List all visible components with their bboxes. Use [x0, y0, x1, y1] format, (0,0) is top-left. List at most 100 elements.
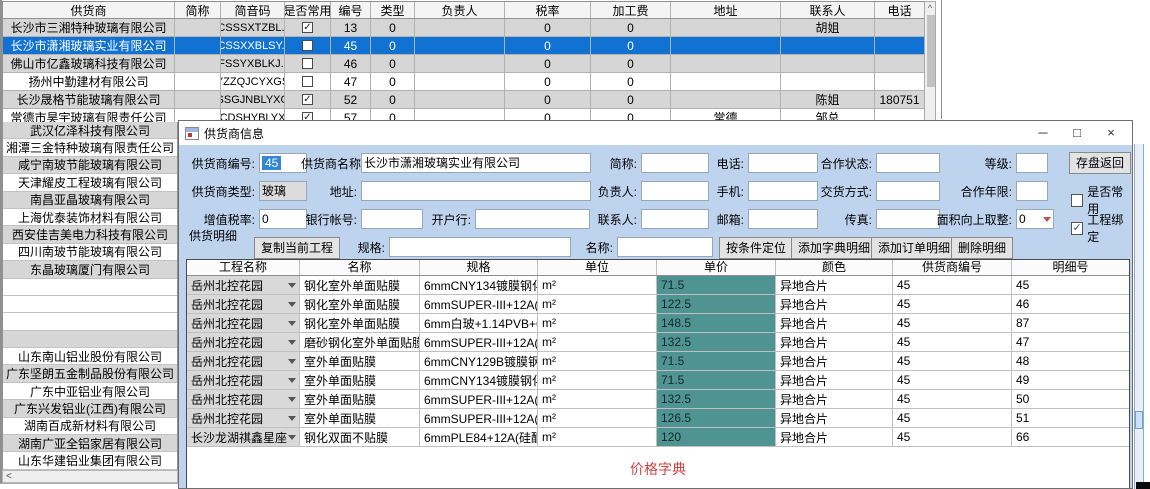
- detail-row[interactable]: 岳州北控花园室外单面贴膜6mmSUPER-III+12A(硅...m²132.5…: [187, 390, 1129, 409]
- project-combo-cell[interactable]: 岳州北控花园: [187, 390, 300, 408]
- supplier-name-input[interactable]: 长沙市潇湘玻璃实业有限公司: [361, 153, 591, 173]
- table-cell[interactable]: 钢化室外单面贴膜: [300, 314, 420, 332]
- mobile-input[interactable]: [748, 181, 818, 201]
- chevron-down-icon[interactable]: [288, 321, 296, 326]
- scroll-left-icon[interactable]: <: [6, 471, 12, 482]
- table-cell[interactable]: 47: [331, 73, 371, 90]
- list-item[interactable]: 山东南山铝业股份有限公司: [3, 348, 177, 365]
- table-cell[interactable]: 0: [371, 73, 415, 90]
- column-header[interactable]: 地址: [671, 2, 781, 18]
- table-cell[interactable]: 87: [1012, 314, 1130, 332]
- table-cell[interactable]: [875, 37, 925, 54]
- grade-input[interactable]: [1016, 153, 1048, 173]
- table-cell[interactable]: 钢化室外单面贴膜: [300, 276, 420, 294]
- table-cell[interactable]: 异地合片: [776, 371, 893, 389]
- column-header[interactable]: 编号: [331, 2, 371, 18]
- column-header[interactable]: 简称: [175, 2, 221, 18]
- locate-by-condition-button[interactable]: 按条件定位: [719, 237, 793, 259]
- table-cell[interactable]: CSSXXBLSY..: [221, 37, 285, 54]
- detail-row[interactable]: 岳州北控花园钢化室外单面贴膜6mm白玻+1.14PVB+6mm...m²148.…: [187, 314, 1129, 333]
- chevron-down-icon[interactable]: [288, 397, 296, 402]
- detail-row[interactable]: 长沙龙湖祺鑫星座钢化双面不贴膜6mmPLE84+12A(硅酮胶...m²120异…: [187, 428, 1129, 447]
- list-item[interactable]: 四川南玻节能玻璃有限公司: [3, 244, 177, 261]
- table-cell[interactable]: 0: [371, 37, 415, 54]
- project-combo-cell[interactable]: 岳州北控花园: [187, 371, 300, 389]
- table-cell[interactable]: [671, 55, 781, 72]
- list-item[interactable]: 山东华建铝业集团有限公司: [3, 452, 177, 469]
- table-cell[interactable]: m²: [538, 295, 657, 313]
- list-item[interactable]: [3, 296, 177, 313]
- project-combo-cell[interactable]: 岳州北控花园: [187, 314, 300, 332]
- column-header[interactable]: 供货商: [3, 2, 175, 18]
- table-cell[interactable]: 45: [893, 371, 1012, 389]
- detail-row[interactable]: 岳州北控花园室外单面贴膜6mmCNY129B镀膜钢化m²71.5异地合片4548: [187, 352, 1129, 371]
- list-item[interactable]: 武汉亿泽科技有限公司: [3, 122, 177, 139]
- chevron-down-icon[interactable]: [288, 340, 296, 345]
- dialog-titlebar[interactable]: 供货商信息 ─ □ ×: [179, 121, 1132, 145]
- table-cell[interactable]: 0: [591, 37, 671, 54]
- table-cell[interactable]: 6mmSUPER-III+12A(硅...: [420, 295, 538, 313]
- maximize-button[interactable]: □: [1060, 121, 1094, 145]
- copy-current-project-button[interactable]: 复制当前工程: [254, 237, 340, 259]
- list-item[interactable]: 湖南广亚全铝家居有限公司: [3, 435, 177, 452]
- table-cell[interactable]: 45: [893, 295, 1012, 313]
- detail-row[interactable]: 岳州北控花园室外单面贴膜6mmSUPER-III+12A(硅...m²126.5…: [187, 409, 1129, 428]
- table-cell[interactable]: YZZQJCYXGS: [221, 73, 285, 90]
- table-cell[interactable]: 陈姐: [781, 91, 875, 108]
- table-cell[interactable]: 45: [893, 276, 1012, 294]
- table-cell[interactable]: 0: [505, 55, 591, 72]
- table-cell[interactable]: 46: [1012, 295, 1130, 313]
- table-cell[interactable]: 45: [893, 428, 1012, 446]
- table-cell[interactable]: [875, 73, 925, 90]
- table-cell[interactable]: 异地合片: [776, 314, 893, 332]
- checked-checkbox-icon[interactable]: [302, 22, 313, 33]
- add-order-detail-button[interactable]: 添加订单明细: [871, 237, 957, 259]
- table-cell[interactable]: [875, 19, 925, 36]
- table-cell[interactable]: 长沙晟格节能玻璃有限公司: [3, 91, 175, 108]
- chevron-down-icon[interactable]: [288, 416, 296, 421]
- table-cell[interactable]: CSSSXTZBL..: [221, 19, 285, 36]
- table-cell[interactable]: [781, 37, 875, 54]
- project-combo-cell[interactable]: 岳州北控花园: [187, 409, 300, 427]
- column-header[interactable]: 规格: [420, 260, 538, 275]
- unit-price-cell[interactable]: 122.5: [657, 295, 776, 313]
- name-filter-input[interactable]: [617, 237, 713, 257]
- scrollbar-thumb[interactable]: [1135, 411, 1143, 429]
- table-cell[interactable]: [781, 55, 875, 72]
- common-use-cell[interactable]: [285, 37, 331, 54]
- table-cell[interactable]: 磨砂钢化室外单面贴膜: [300, 333, 420, 351]
- table-cell[interactable]: m²: [538, 352, 657, 370]
- table-cell[interactable]: 6mmCNY134镀膜钢化: [420, 276, 538, 294]
- table-cell[interactable]: 异地合片: [776, 428, 893, 446]
- table-cell[interactable]: [415, 91, 505, 108]
- coop-years-input[interactable]: [1016, 181, 1048, 201]
- table-cell[interactable]: 50: [1012, 390, 1130, 408]
- checked-checkbox-icon[interactable]: [302, 94, 313, 105]
- table-cell[interactable]: m²: [538, 333, 657, 351]
- unit-price-cell[interactable]: 132.5: [657, 333, 776, 351]
- table-row[interactable]: 扬州中勤建材有限公司YZZQJCYXGS47000: [3, 73, 925, 91]
- table-cell[interactable]: [175, 37, 221, 54]
- table-cell[interactable]: 室外单面贴膜: [300, 371, 420, 389]
- table-cell[interactable]: 室外单面贴膜: [300, 409, 420, 427]
- list-item[interactable]: 广东坚朗五金制品股份有限公司: [3, 365, 177, 382]
- supplier-type-input[interactable]: 玻璃: [259, 181, 307, 201]
- list-item[interactable]: [3, 331, 177, 348]
- list-item[interactable]: 湖南百成新材料有限公司: [3, 418, 177, 435]
- table-cell[interactable]: 52: [331, 91, 371, 108]
- delete-detail-button[interactable]: 删除明细: [951, 237, 1013, 259]
- table-row[interactable]: 长沙晟格节能玻璃有限公司CSSGJNBLYXGS52000陈姐180751: [3, 91, 925, 109]
- table-cell[interactable]: [175, 19, 221, 36]
- table-row[interactable]: 长沙市三湘特种玻璃有限公司CSSSXTZBL..13000胡姐: [3, 19, 925, 37]
- column-header[interactable]: 明细号: [1012, 260, 1130, 275]
- table-cell[interactable]: 6mm白玻+1.14PVB+6mm...: [420, 314, 538, 332]
- column-header[interactable]: 联系人: [781, 2, 875, 18]
- table-row[interactable]: 佛山市亿鑫玻璃科技有限公司FSSYXBLKJ..46000: [3, 55, 925, 73]
- table-cell[interactable]: 45: [893, 409, 1012, 427]
- table-cell[interactable]: 0: [505, 91, 591, 108]
- table-cell[interactable]: 45: [893, 390, 1012, 408]
- unchecked-checkbox-icon[interactable]: [302, 58, 313, 69]
- scroll-up-icon[interactable]: ^: [925, 2, 935, 13]
- table-cell[interactable]: 长沙市三湘特种玻璃有限公司: [3, 19, 175, 36]
- table-cell[interactable]: [175, 73, 221, 90]
